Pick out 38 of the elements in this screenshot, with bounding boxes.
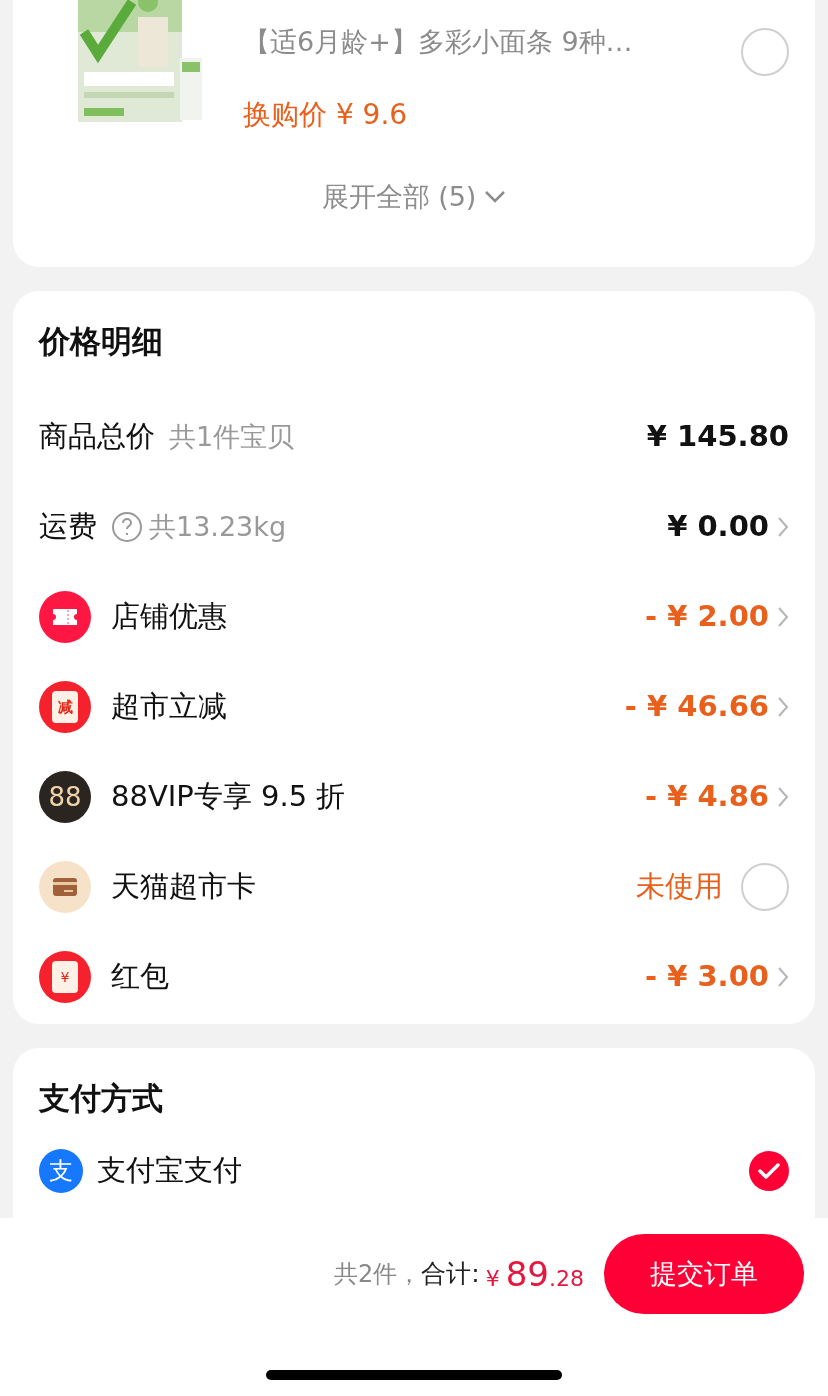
row-label: 运费 <box>39 508 97 546</box>
item-count: 共2件， <box>334 1259 422 1290</box>
exchange-price: 换购价 ¥ 9.6 <box>243 97 409 133</box>
ticket-icon <box>39 591 91 643</box>
row-value: - ¥ 46.66 <box>624 688 769 726</box>
payment-label: 支付宝支付 <box>97 1152 242 1190</box>
row-label: 88VIP专享 9.5 折 <box>111 778 346 816</box>
row-label: 超市立减 <box>111 688 227 726</box>
section-title: 支付方式 <box>39 1080 164 1116</box>
row-value: ¥ 145.80 <box>646 418 789 456</box>
row-value: - ¥ 4.86 <box>645 778 769 816</box>
total-amount: ¥ 89.28 <box>485 1252 584 1296</box>
row-label: 店铺优惠 <box>111 598 227 636</box>
expand-all-button[interactable]: 展开全部 (5) <box>321 177 507 217</box>
row-value: 未使用 <box>636 868 723 906</box>
discount-icon: 减 <box>39 681 91 733</box>
radio-button[interactable] <box>741 863 789 911</box>
section-title: 价格明细 <box>39 323 164 359</box>
row-label: 天猫超市卡 <box>111 868 256 906</box>
total-label: 合计: <box>421 1258 480 1291</box>
submit-order-button[interactable]: 提交订单 <box>604 1234 804 1314</box>
row-label: 红包 <box>111 958 169 996</box>
radio-button[interactable] <box>749 1151 789 1191</box>
row-label: 商品总价 <box>39 418 155 456</box>
radio-button[interactable] <box>741 28 789 76</box>
help-icon <box>111 511 143 543</box>
vip-icon: 88 <box>39 771 91 823</box>
check-icon <box>758 1163 780 1179</box>
row-value: ¥ 0.00 <box>667 508 769 546</box>
product-title: 【适6月龄+】多彩小面条 9种… <box>243 25 634 59</box>
alipay-icon: 支 <box>39 1149 83 1193</box>
envelope-icon: ¥ <box>39 951 91 1003</box>
row-note: 共1件宝贝 <box>169 419 295 454</box>
row-note: 共13.23kg <box>149 509 287 544</box>
row-value: - ¥ 2.00 <box>645 598 769 636</box>
row-value: - ¥ 3.00 <box>645 958 769 996</box>
chevron-down-icon <box>484 190 507 204</box>
card-icon <box>39 861 91 913</box>
